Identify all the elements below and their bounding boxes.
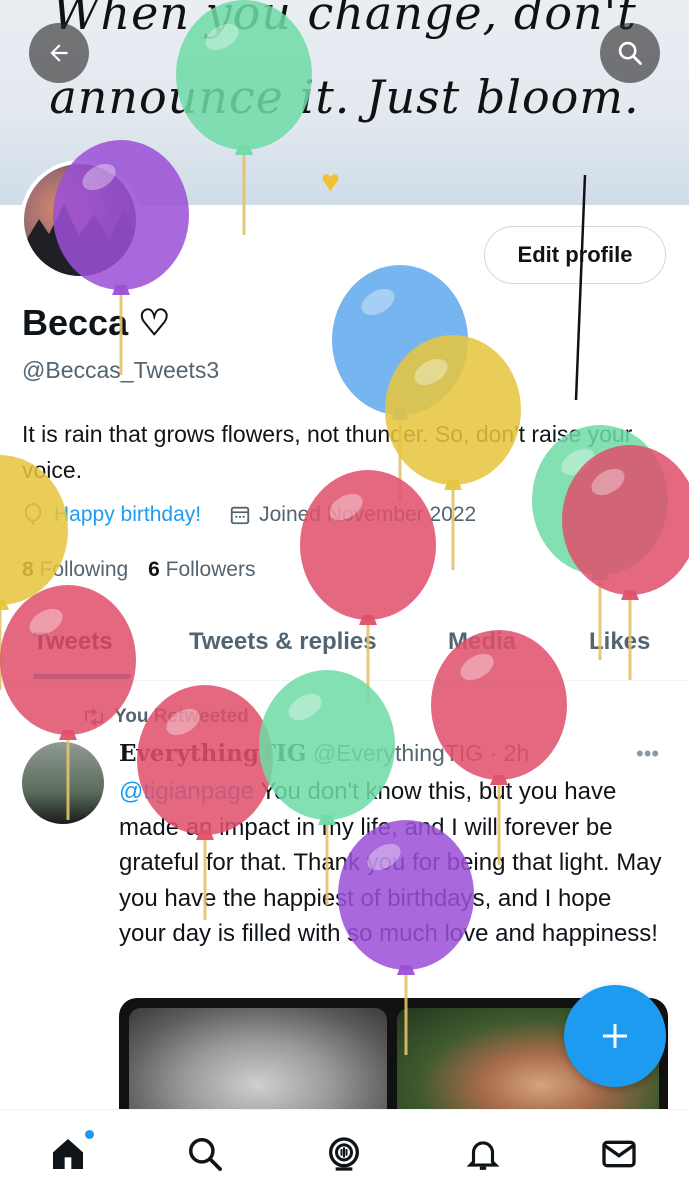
search-icon (618, 41, 642, 65)
avatar-trees-image (24, 204, 136, 276)
more-options-icon[interactable]: ••• (636, 741, 659, 767)
balloon-icon (24, 503, 42, 525)
nav-notifications[interactable] (461, 1132, 505, 1176)
following-label: Following (39, 558, 129, 581)
nav-spaces[interactable] (322, 1132, 366, 1176)
retweet-label-text: You Retweeted (114, 706, 249, 727)
tweet-text: @tigianpage You don't know this, but you… (119, 774, 664, 952)
birthday-link[interactable]: Happy birthday! (54, 503, 201, 527)
plus-icon (603, 1024, 627, 1048)
profile-handle: @Beccas_Tweets3 (22, 357, 220, 383)
banner-quote-line2: announce it. Just bloom. (49, 70, 640, 124)
tab-media[interactable]: Media (448, 628, 516, 656)
tab-likes[interactable]: Likes (589, 628, 650, 656)
tweet-header: EverythingTIG @EverythingTIG · 2h (119, 740, 529, 767)
drawn-line (574, 174, 587, 401)
retweet-label: You Retweeted (82, 706, 249, 728)
heart-emoji-icon: ♥ (321, 163, 340, 199)
nav-messages[interactable] (597, 1132, 641, 1176)
followers-count: 6 (148, 558, 160, 581)
profile-meta: Happy birthday! Joined November 2022 (22, 503, 476, 527)
follow-counts: 8 Following 6 Followers (22, 558, 255, 582)
notification-dot (85, 1130, 94, 1139)
profile-tabs: Tweets Tweets & replies Media Likes (0, 610, 689, 681)
compose-tweet-button[interactable] (564, 985, 666, 1087)
tweet-author-avatar[interactable] (22, 742, 104, 824)
profile-name: Becca ♡ (22, 302, 171, 343)
joined-date: Joined November 2022 (259, 503, 477, 526)
following-count: 8 (22, 558, 34, 581)
arrow-left-icon (50, 44, 68, 62)
home-icon (53, 1139, 83, 1169)
tweet-author-handle[interactable]: @EverythingTIG (313, 740, 483, 766)
messages-icon (602, 1140, 636, 1168)
nav-search[interactable] (183, 1132, 227, 1176)
tab-tweets-replies[interactable]: Tweets & replies (189, 628, 377, 656)
banner-quote-line1: When you change, don't (52, 0, 637, 40)
followers-label: Followers (165, 558, 256, 581)
profile-avatar[interactable] (20, 160, 140, 280)
calendar-icon (230, 506, 250, 525)
tweet-mention[interactable]: @tigianpage (119, 778, 254, 805)
tweet-time: · 2h (489, 740, 530, 766)
notifications-icon (466, 1141, 500, 1170)
followers-link[interactable]: 6 Followers (148, 558, 255, 581)
search-icon (189, 1138, 222, 1171)
tweet-author-name[interactable]: EverythingTIG (119, 740, 306, 767)
tab-tweets[interactable]: Tweets (33, 628, 113, 656)
retweet-icon (85, 708, 103, 726)
back-button[interactable] (29, 23, 89, 83)
spaces-icon (329, 1137, 359, 1171)
active-tab-indicator (33, 674, 131, 679)
profile-bio: It is rain that grows flowers, not thund… (22, 421, 633, 483)
nav-home[interactable] (46, 1130, 94, 1176)
bottom-navigation (0, 1109, 689, 1201)
search-button[interactable] (600, 23, 660, 83)
following-link[interactable]: 8 Following (22, 558, 128, 581)
